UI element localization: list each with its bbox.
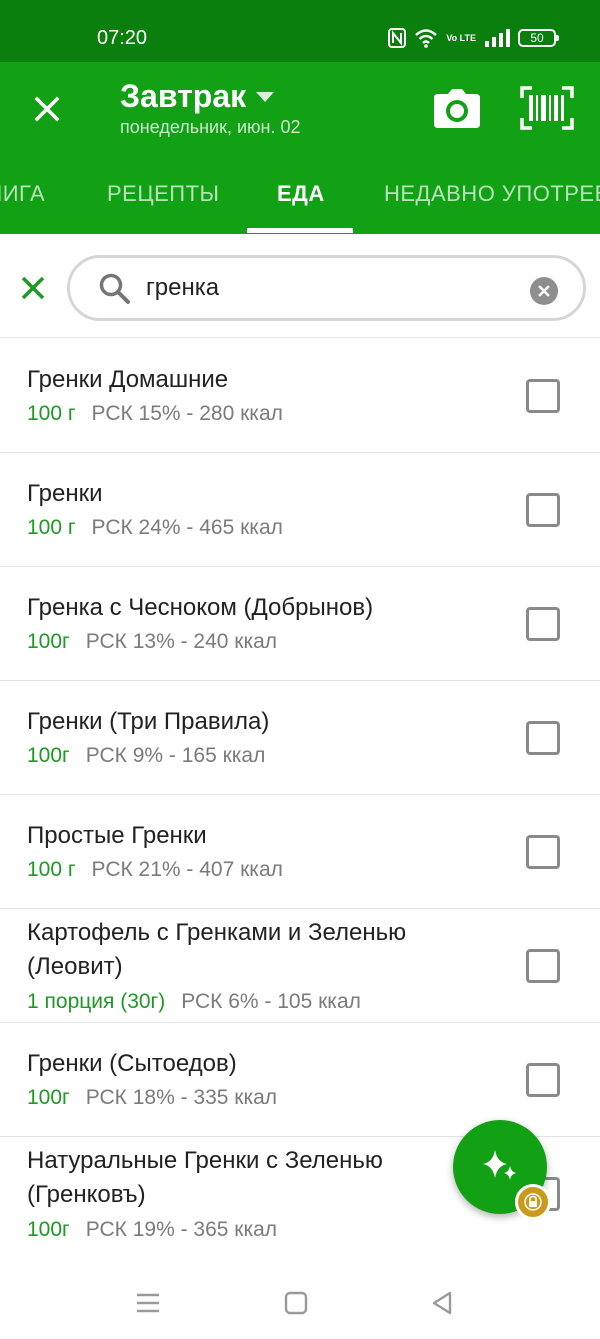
food-nutrition: РСК 6% - 105 ккал [181,990,361,1013]
select-checkbox[interactable] [526,607,560,641]
barcode-scan-button[interactable] [520,86,574,130]
close-search-button[interactable] [16,271,50,305]
signal-icon [485,29,510,47]
food-name: Картофель с Гренками и Зеленью [27,919,407,946]
barcode-icon [520,86,574,130]
food-results-list: Гренки Домашние 100 г РСК 15% - 280 ккал … [0,339,600,1251]
food-quantity: 100г [27,630,70,653]
tab-recipes[interactable]: РЕЦЕПТЫ [107,172,220,234]
meal-date: понедельник, июн. 02 [120,117,301,137]
food-nutrition: РСК 13% - 240 ккал [85,630,278,653]
volte-icon: Vo LTE [446,32,476,43]
list-item[interactable]: Гренки Домашние 100 г РСК 15% - 280 ккал [0,339,600,453]
list-item[interactable]: Простые Гренки 100 г РСК 21% - 407 ккал [0,795,600,909]
list-item[interactable]: Гренки (Три Правила) 100г РСК 9% - 165 кк… [0,681,600,795]
food-nutrition: РСК 19% - 365 ккал [85,1218,278,1241]
select-checkbox[interactable] [526,949,560,983]
camera-icon [434,89,480,128]
meal-title: Завтрак [120,78,247,114]
food-name: Гренка с Чесноком (Добрынов) [27,594,374,621]
food-details: 1 порция (30г) РСК 6% - 105 ккал [27,990,361,1014]
sparkle-icon [483,1150,516,1180]
status-icons: Vo LTE 50 [388,26,559,50]
select-checkbox[interactable] [526,379,560,413]
lock-icon [524,1193,542,1211]
food-nutrition: РСК 9% - 165 ккал [85,744,266,767]
camera-button[interactable] [432,86,482,132]
meal-selector[interactable]: Завтрак понедельник, июн. 02 [120,78,301,138]
food-quantity: 100 г [27,858,76,881]
back-icon[interactable] [428,1290,458,1316]
food-quantity: 1 порция (30г) [27,990,166,1013]
food-quantity: 100 г [27,402,76,425]
food-details: 100г РСК 9% - 165 ккал [27,744,265,768]
food-quantity: 100г [27,1218,70,1241]
search-input[interactable] [146,270,516,306]
battery-icon: 50 [518,29,559,47]
list-item[interactable]: Гренки (Сытоедов) 100г РСК 18% - 335 ккал [0,1023,600,1137]
premium-badge [515,1184,551,1220]
food-nutrition: РСК 24% - 465 ккал [91,516,283,539]
close-icon [21,276,45,300]
home-icon[interactable] [281,1290,311,1316]
app-toolbar: Завтрак понедельник, июн. 02 [0,62,600,172]
food-details: 100г РСК 13% - 240 ккал [27,630,277,654]
food-name: Натуральные Гренки с Зеленью [27,1147,383,1174]
food-details: 100г РСК 19% - 365 ккал [27,1218,277,1242]
select-checkbox[interactable] [526,721,560,755]
clear-search-button[interactable] [530,277,558,305]
food-details: 100 г РСК 21% - 407 ккал [27,858,283,882]
food-quantity: 100г [27,744,70,767]
system-nav-bar [0,1250,600,1339]
food-name: Простые Гренки [27,822,207,849]
food-details: 100г РСК 18% - 335 ккал [27,1086,277,1110]
food-name: Гренки (Сытоедов) [27,1050,237,1077]
search-field[interactable] [67,255,586,321]
food-name: Гренки [27,480,103,507]
list-item[interactable]: Гренки 100 г РСК 24% - 465 ккал [0,453,600,567]
food-details: 100 г РСК 15% - 280 ккал [27,402,283,426]
close-icon [34,96,60,122]
food-name-line2: (Гренковъ) [27,1181,146,1208]
search-bar [0,234,600,338]
food-nutrition: РСК 15% - 280 ккал [91,402,283,425]
list-item[interactable]: Картофель с Гренками и Зеленью (Леовит) … [0,909,600,1023]
food-details: 100 г РСК 24% - 465 ккал [27,516,283,540]
tab-bar: КНИГА РЕЦЕПТЫ ЕДА НЕДАВНО УПОТРЕБЛЕННЫЕ [0,172,600,234]
wifi-icon [415,29,438,48]
select-checkbox[interactable] [526,1063,560,1097]
food-name: Гренки (Три Правила) [27,708,270,735]
food-name: Гренки Домашние [27,366,229,393]
search-icon [99,273,130,304]
dropdown-arrow-icon [256,91,275,102]
status-bar: 07:20 Vo LTE 50 [0,0,600,62]
food-quantity: 100г [27,1086,70,1109]
menu-icon[interactable] [133,1290,163,1316]
tab-recent[interactable]: НЕДАВНО УПОТРЕБЛЕННЫЕ [384,172,600,234]
food-name-line2: (Леовит) [27,953,123,980]
tab-book[interactable]: КНИГА [0,172,45,234]
close-button[interactable] [26,88,68,130]
list-item[interactable]: Гренка с Чесноком (Добрынов) 100г РСК 13%… [0,567,600,681]
tab-indicator [247,228,353,233]
food-nutrition: РСК 21% - 407 ккал [91,858,283,881]
food-nutrition: РСК 18% - 335 ккал [85,1086,278,1109]
nfc-icon [388,28,407,48]
food-quantity: 100 г [27,516,76,539]
tab-food[interactable]: ЕДА [277,172,325,234]
status-time: 07:20 [97,27,148,49]
select-checkbox[interactable] [526,493,560,527]
clear-icon [538,285,550,297]
select-checkbox[interactable] [526,835,560,869]
